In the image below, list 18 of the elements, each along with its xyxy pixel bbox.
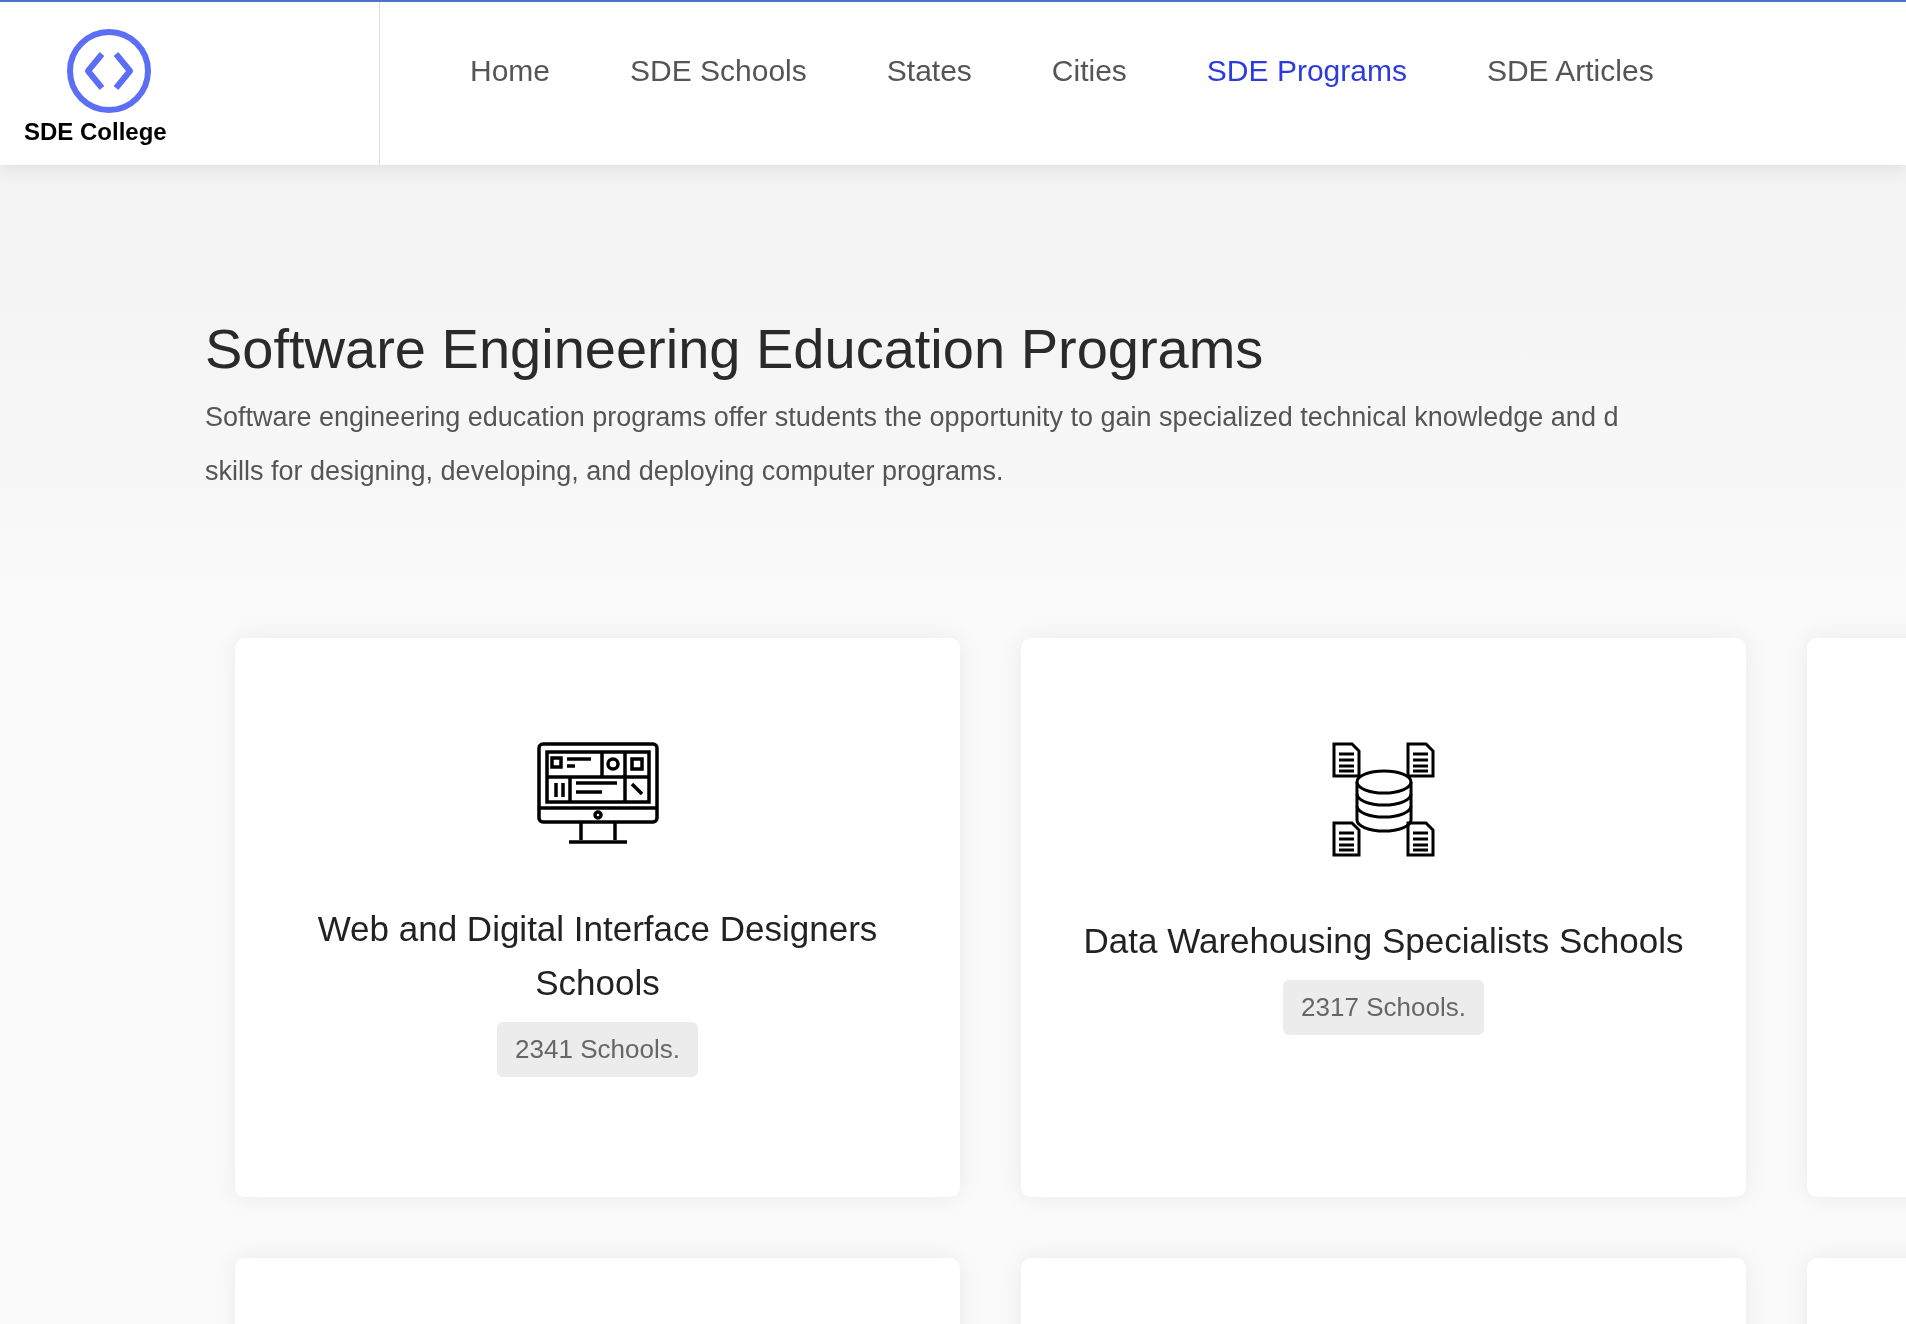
page-title: Software Engineering Education Programs <box>205 316 1265 382</box>
school-count-badge: 2341 Schools. <box>497 1021 698 1077</box>
program-card[interactable]: Web and Digital Interface Designers Schools 2341 Schools. <box>235 637 960 1197</box>
page-description: Software engineering education programs offer students the opportunity to gain specialized technical knowledge and d skills for designing, developing, and deploying computer programs. <box>205 400 1620 488</box>
program-card[interactable]: Data Warehousing Specialists Schools 2317 Schools. <box>1021 637 1746 1197</box>
nav-link[interactable]: SDE Schools <box>630 54 807 94</box>
nav-link[interactable]: SDE Programs <box>1206 54 1407 94</box>
nav-link[interactable]: Cities <box>1051 54 1127 94</box>
program-title: Web and Digital Interface Designers Schools <box>316 907 879 1004</box>
code-logo-icon <box>66 28 152 114</box>
monitor-dashboard-icon <box>536 741 659 846</box>
logo-text[interactable]: SDE College <box>24 118 167 146</box>
school-count-badge: 2317 Schools. <box>1283 979 1484 1035</box>
database-documents-icon <box>1331 741 1436 858</box>
program-title: Data Warehousing Specialists Schools <box>1083 919 1684 962</box>
nav-link[interactable]: SDE Articles <box>1486 54 1654 94</box>
nav-link[interactable]: States <box>886 54 972 94</box>
nav-link[interactable]: Home <box>470 54 551 94</box>
